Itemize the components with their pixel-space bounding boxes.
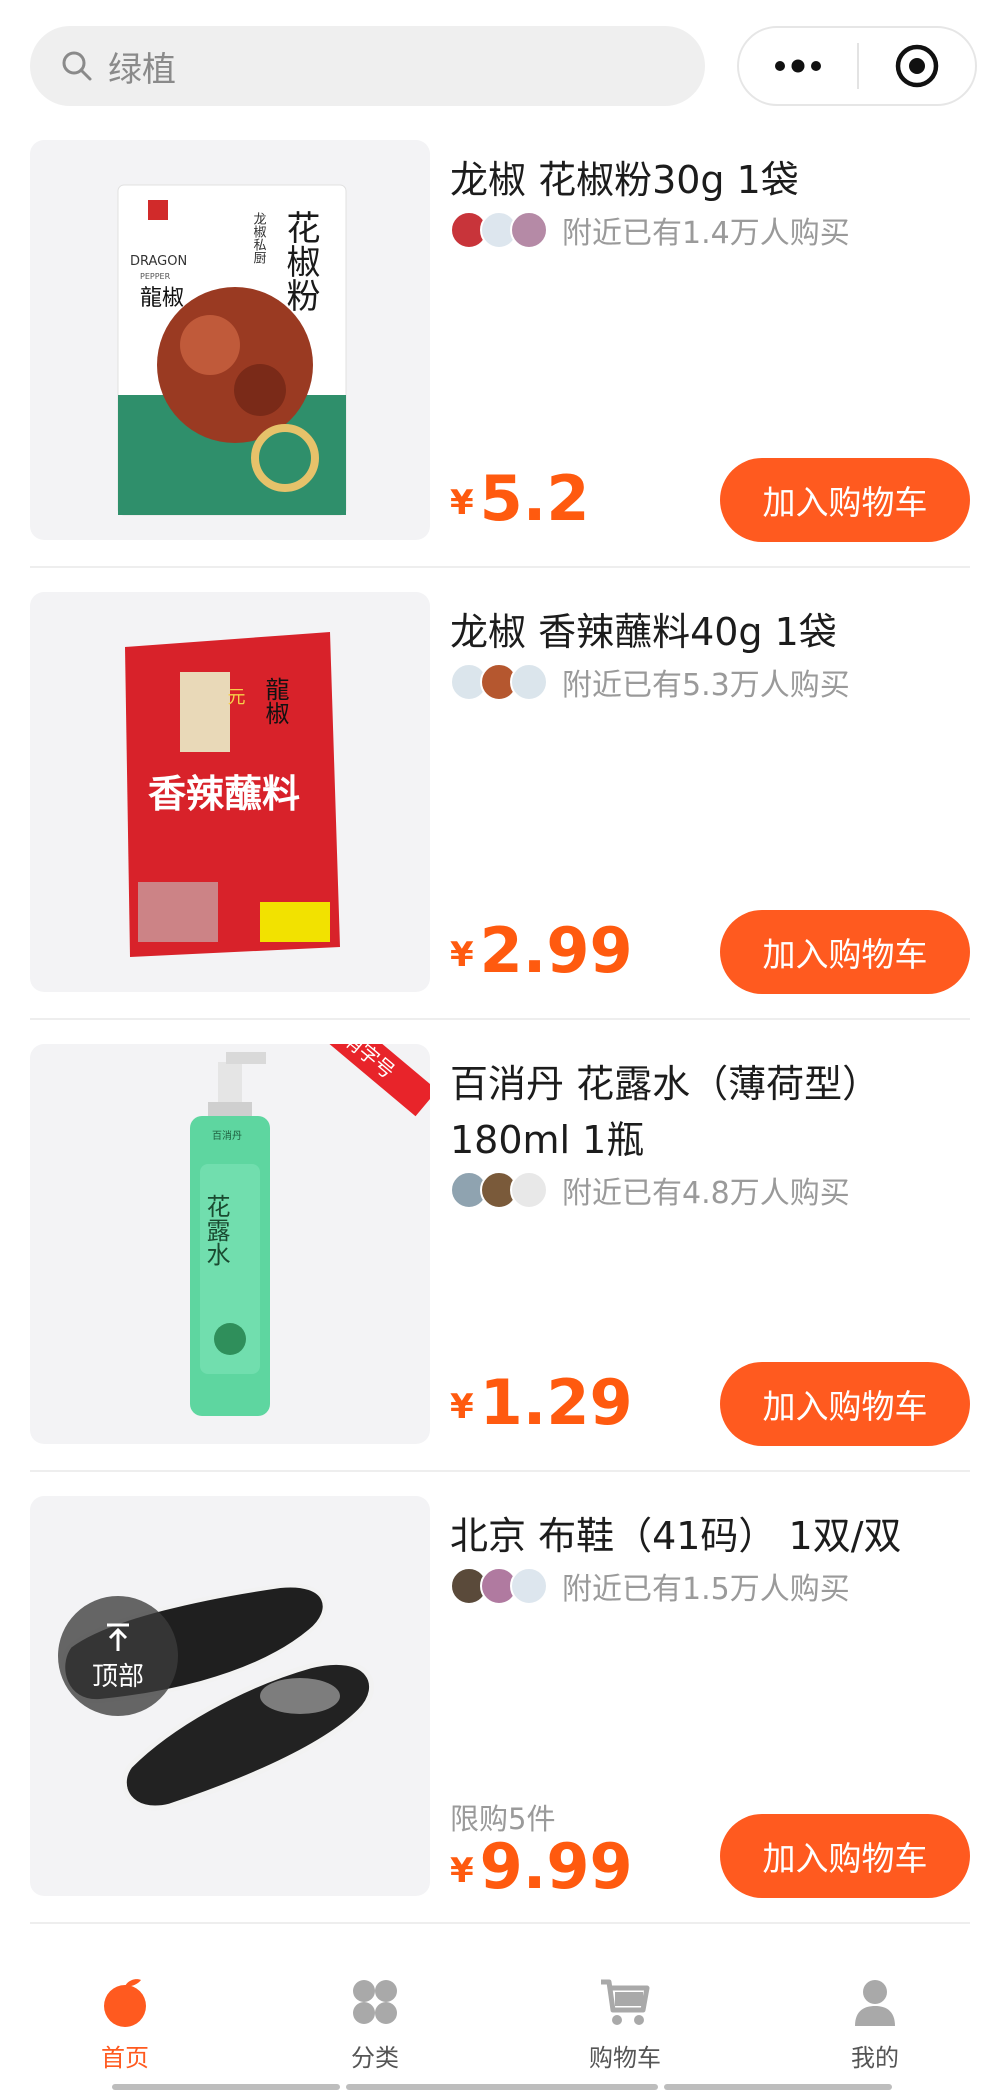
divider bbox=[30, 566, 970, 568]
buyers-row: 附近已有5.3万人购买 bbox=[450, 662, 850, 703]
currency-symbol: ¥ bbox=[450, 1387, 474, 1427]
divider bbox=[30, 1922, 970, 1924]
home-indicator bbox=[346, 2084, 658, 2090]
arrow-up-icon bbox=[107, 1623, 129, 1651]
image-tag: 元 bbox=[225, 687, 246, 705]
tab-label: 购物车 bbox=[589, 2044, 661, 2072]
product-title: 百消丹 花露水（薄荷型）180ml 1瓶 bbox=[450, 1062, 881, 1162]
buyers-text: 附近已有1.5万人购买 bbox=[562, 1572, 850, 1607]
image-product-name: 香辣蘸料 bbox=[148, 772, 300, 816]
product-card[interactable]: DRAGON PEPPER 龍椒 龙椒私厨 花椒粉 龙椒 花椒粉30g 1袋 附… bbox=[30, 140, 970, 550]
currency-symbol: ¥ bbox=[450, 935, 474, 975]
price-value: 1.29 bbox=[479, 1366, 633, 1439]
image-brand-en: DRAGON bbox=[130, 254, 187, 269]
top-bar: 绿植 bbox=[0, 0, 1000, 130]
buyer-avatar bbox=[510, 1567, 548, 1605]
product-title: 龙椒 香辣蘸料40g 1袋 bbox=[450, 610, 837, 654]
tab-label: 首页 bbox=[101, 2044, 149, 2072]
tab-profile[interactable]: 我的 bbox=[775, 1974, 975, 2084]
product-card[interactable]: 元 龍椒 香辣蘸料 龙椒 香辣蘸料40g 1袋 附近已有5.3万人购买 ¥2.9… bbox=[30, 592, 970, 1002]
product-image[interactable]: DRAGON PEPPER 龍椒 龙椒私厨 花椒粉 bbox=[30, 140, 430, 540]
buyers-row: 附近已有1.5万人购买 bbox=[450, 1566, 850, 1607]
buyers-row: 附近已有4.8万人购买 bbox=[450, 1170, 850, 1211]
tab-cart[interactable]: 购物车 bbox=[525, 1974, 725, 2084]
home-indicator bbox=[664, 2084, 892, 2090]
tab-label: 分类 bbox=[351, 2044, 399, 2072]
price-value: 9.99 bbox=[479, 1830, 633, 1903]
bottom-tab-bar: 首页 分类 购物车 我的 bbox=[0, 1952, 1000, 2096]
product-title: 龙椒 花椒粉30g 1袋 bbox=[450, 158, 799, 202]
tab-home[interactable]: 首页 bbox=[25, 1974, 225, 2084]
image-brand-cn: 百消丹 bbox=[212, 1129, 242, 1142]
category-icon bbox=[353, 1980, 397, 2024]
product-price: ¥5.2 bbox=[450, 462, 590, 535]
add-to-cart-button[interactable]: 加入购物车 bbox=[720, 910, 970, 994]
image-brand-cn: 龍椒 bbox=[140, 286, 184, 311]
image-brand-cn: 龍椒 bbox=[261, 677, 289, 725]
more-dots-icon[interactable] bbox=[739, 28, 857, 104]
product-price: ¥9.99 bbox=[450, 1830, 633, 1903]
currency-symbol: ¥ bbox=[450, 483, 474, 523]
buyers-row: 附近已有1.4万人购买 bbox=[450, 210, 850, 251]
image-subtitle: 龙椒私厨 bbox=[251, 212, 267, 264]
product-card[interactable]: 北京 布鞋（41码） 1双/双 附近已有1.5万人购买 限购5件 ¥9.99 加… bbox=[30, 1496, 970, 1906]
image-product-name: 花椒粉 bbox=[280, 210, 320, 312]
divider bbox=[30, 1018, 970, 1020]
buyer-avatar bbox=[510, 663, 548, 701]
add-to-cart-button[interactable]: 加入购物车 bbox=[720, 1814, 970, 1898]
add-to-cart-button[interactable]: 加入购物车 bbox=[720, 458, 970, 542]
orange-home-icon bbox=[104, 1979, 146, 2027]
product-title: 北京 布鞋（41码） 1双/双 bbox=[450, 1514, 902, 1558]
product-price: ¥2.99 bbox=[450, 914, 633, 987]
currency-symbol: ¥ bbox=[450, 1851, 474, 1891]
search-placeholder: 绿植 bbox=[108, 49, 176, 90]
tab-label: 我的 bbox=[851, 2044, 899, 2072]
product-price: ¥1.29 bbox=[450, 1366, 633, 1439]
price-value: 5.2 bbox=[479, 462, 590, 535]
image-brand-en2: PEPPER bbox=[140, 272, 171, 281]
divider bbox=[30, 1470, 970, 1472]
product-card[interactable]: 百消丹 花露水 消字号 百消丹 花露水（薄荷型）180ml 1瓶 附近已有4.8… bbox=[30, 1044, 970, 1454]
search-icon bbox=[60, 49, 94, 83]
back-to-top-label: 顶部 bbox=[91, 1661, 144, 1692]
search-bar[interactable]: 绿植 bbox=[30, 26, 705, 106]
home-indicator bbox=[112, 2084, 340, 2090]
profile-icon bbox=[855, 1980, 895, 2026]
back-to-top-button[interactable]: 顶部 bbox=[58, 1596, 178, 1716]
add-to-cart-button[interactable]: 加入购物车 bbox=[720, 1362, 970, 1446]
cart-icon bbox=[601, 1979, 650, 2025]
buyer-avatar bbox=[510, 211, 548, 249]
image-product-name: 花露水 bbox=[202, 1194, 230, 1266]
buyers-text: 附近已有1.4万人购买 bbox=[562, 216, 850, 251]
tab-category[interactable]: 分类 bbox=[275, 1974, 475, 2084]
product-image[interactable]: 百消丹 花露水 消字号 bbox=[30, 1044, 430, 1444]
buyers-text: 附近已有5.3万人购买 bbox=[562, 668, 850, 703]
product-image[interactable]: 元 龍椒 香辣蘸料 bbox=[30, 592, 430, 992]
buyer-avatar bbox=[510, 1171, 548, 1209]
buyers-text: 附近已有4.8万人购买 bbox=[562, 1176, 850, 1211]
price-value: 2.99 bbox=[479, 914, 633, 987]
mini-program-capsule bbox=[737, 26, 977, 106]
target-icon[interactable] bbox=[859, 28, 975, 104]
